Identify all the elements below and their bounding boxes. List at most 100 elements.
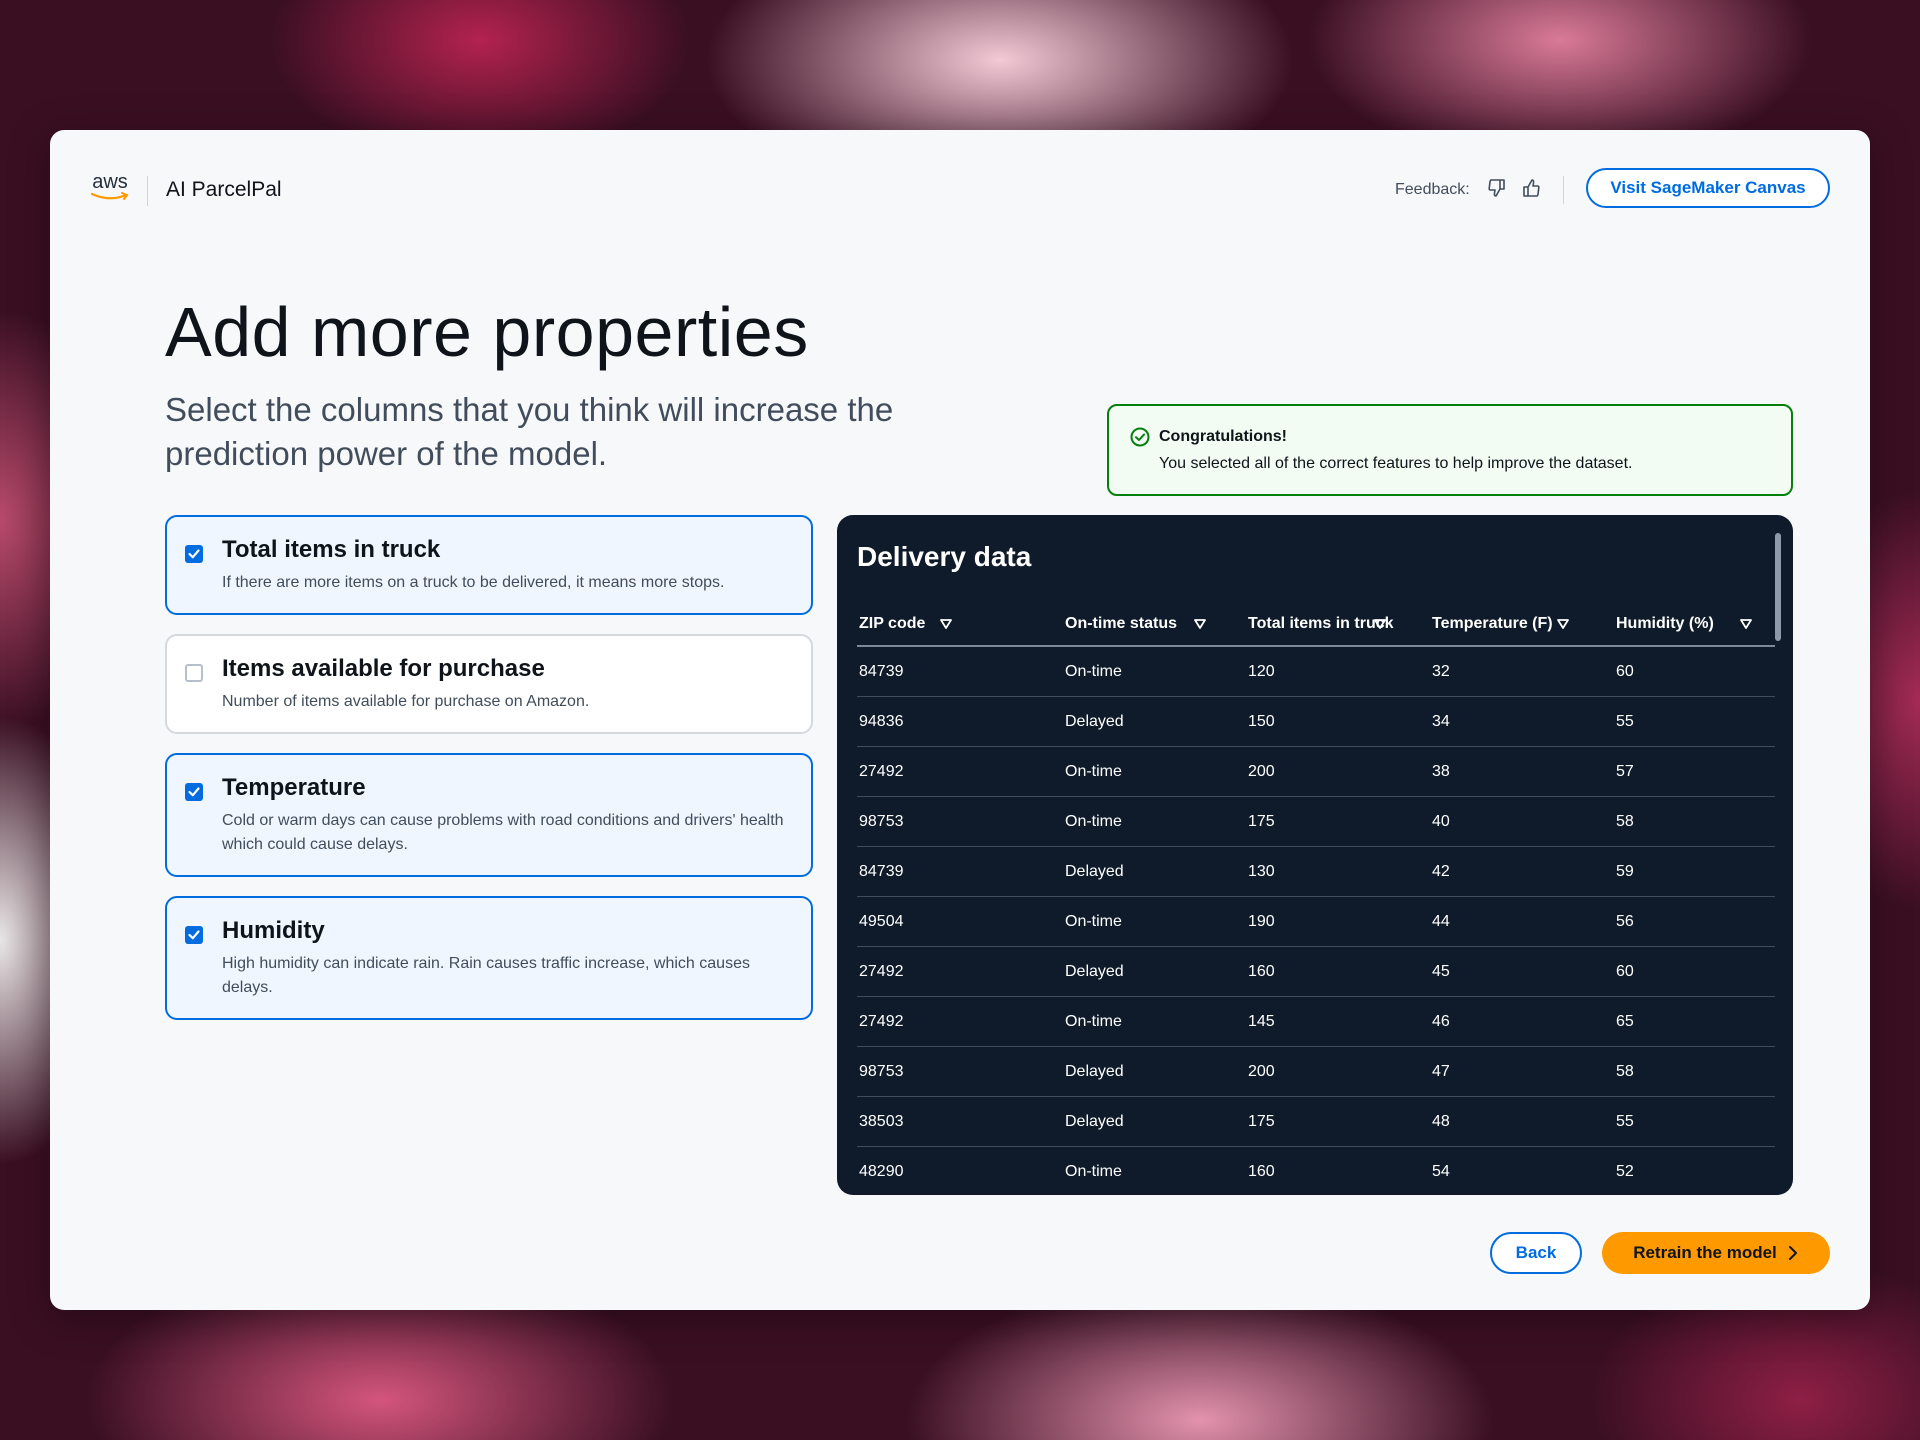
table-cell: On-time: [1065, 1013, 1122, 1030]
header-divider: [147, 176, 148, 206]
table-cell: 84739: [859, 663, 904, 680]
sort-triangle-icon[interactable]: [1739, 617, 1753, 631]
table-body: 84739 On-time 120 32 60 94836 Delayed 150 34 55 27…: [857, 647, 1775, 1195]
retrain-button-label: Retrain the model: [1633, 1243, 1777, 1262]
table-cell: Delayed: [1065, 1113, 1124, 1130]
page-subtitle: Select the columns that you think will i…: [165, 391, 894, 472]
column-header-total-items-in-truck[interactable]: Total items in truck: [1248, 613, 1394, 635]
header-divider: [1563, 176, 1564, 204]
table-cell: 32: [1432, 663, 1450, 680]
thumbs-up-icon[interactable]: [1520, 177, 1542, 199]
feature-card-items-available-for-purchase[interactable]: Items available for purchase Number of i…: [165, 634, 813, 734]
table-row: 48290 On-time 160 54 52: [857, 1147, 1775, 1195]
column-header-temperature[interactable]: Temperature (F): [1432, 613, 1553, 635]
feature-description: High humidity can indicate rain. Rain ca…: [222, 955, 750, 996]
table-cell: 38503: [859, 1113, 904, 1130]
table-cell: 65: [1616, 1013, 1634, 1030]
table-cell: 58: [1616, 813, 1634, 830]
sort-triangle-icon[interactable]: [1556, 617, 1570, 631]
table-cell: Delayed: [1065, 963, 1124, 980]
table-cell: On-time: [1065, 1163, 1122, 1180]
feature-title: Items available for purchase: [222, 655, 545, 682]
table-cell: 145: [1248, 1013, 1275, 1030]
table-row: 98753 On-time 175 40 58: [857, 797, 1775, 847]
table-cell: On-time: [1065, 763, 1122, 780]
column-header-humidity[interactable]: Humidity (%): [1616, 613, 1714, 635]
table-cell: 190: [1248, 913, 1275, 930]
table-cell: 52: [1616, 1163, 1634, 1180]
table-row: 84739 On-time 120 32 60: [857, 647, 1775, 697]
feature-title: Humidity: [222, 917, 325, 944]
table-cell: 130: [1248, 863, 1275, 880]
column-header-on-time-status[interactable]: On-time status: [1065, 613, 1177, 635]
checkbox-unchecked[interactable]: [185, 664, 203, 682]
table-row: 27492 On-time 145 46 65: [857, 997, 1775, 1047]
table-cell: 46: [1432, 1013, 1450, 1030]
thumbs-down-icon[interactable]: [1486, 177, 1508, 199]
table-cell: 27492: [859, 1013, 904, 1030]
table-cell: 38: [1432, 763, 1450, 780]
feature-card-humidity[interactable]: Humidity High humidity can indicate rain…: [165, 896, 813, 1020]
table-cell: 27492: [859, 963, 904, 980]
table-row: 94836 Delayed 150 34 55: [857, 697, 1775, 747]
table-cell: 44: [1432, 913, 1450, 930]
table-row: 49504 On-time 190 44 56: [857, 897, 1775, 947]
table-cell: 48290: [859, 1163, 904, 1180]
table-cell: 200: [1248, 1063, 1275, 1080]
alert-title: Congratulations!: [1159, 428, 1287, 445]
table-cell: 48: [1432, 1113, 1450, 1130]
feature-title: Total items in truck: [222, 536, 441, 563]
table-cell: 98753: [859, 1063, 904, 1080]
table-cell: 40: [1432, 813, 1450, 830]
table-cell: 120: [1248, 663, 1275, 680]
table-header-row: ZIP code On-time status Total items in t…: [857, 603, 1775, 647]
table-cell: 56: [1616, 913, 1634, 930]
table-cell: Delayed: [1065, 863, 1124, 880]
table-cell: 98753: [859, 813, 904, 830]
feature-card-total-items-in-truck[interactable]: Total items in truck If there are more i…: [165, 515, 813, 615]
success-alert: Congratulations! You selected all of the…: [1107, 404, 1793, 496]
scrollbar-thumb[interactable]: [1775, 533, 1781, 641]
table-cell: 55: [1616, 1113, 1634, 1130]
table-row: 98753 Delayed 200 47 58: [857, 1047, 1775, 1097]
table-cell: On-time: [1065, 813, 1122, 830]
table-cell: 45: [1432, 963, 1450, 980]
table-cell: Delayed: [1065, 1063, 1124, 1080]
table-cell: 175: [1248, 813, 1275, 830]
table-cell: 34: [1432, 713, 1450, 730]
table-cell: 54: [1432, 1163, 1450, 1180]
retrain-model-button[interactable]: Retrain the model: [1602, 1232, 1830, 1274]
table-row: 38503 Delayed 175 48 55: [857, 1097, 1775, 1147]
delivery-data-table: ZIP code On-time status Total items in t…: [857, 603, 1775, 1195]
table-cell: 42: [1432, 863, 1450, 880]
table-title: Delivery data: [857, 541, 1032, 572]
checkbox-checked[interactable]: [185, 926, 203, 944]
feature-title: Temperature: [222, 774, 366, 801]
chevron-right-icon: [1788, 1246, 1797, 1260]
column-header-zip-code[interactable]: ZIP code: [859, 613, 925, 635]
table-cell: 27492: [859, 763, 904, 780]
alert-message: You selected all of the correct features…: [1159, 455, 1633, 472]
table-cell: 60: [1616, 663, 1634, 680]
table-cell: 59: [1616, 863, 1634, 880]
table-row: 27492 Delayed 160 45 60: [857, 947, 1775, 997]
table-cell: On-time: [1065, 663, 1122, 680]
sort-triangle-icon[interactable]: [1193, 617, 1207, 631]
sort-triangle-icon[interactable]: [939, 617, 953, 631]
table-cell: 200: [1248, 763, 1275, 780]
aws-logo: aws: [88, 172, 132, 206]
feature-card-temperature[interactable]: Temperature Cold or warm days can cause …: [165, 753, 813, 877]
feature-description: Number of items available for purchase o…: [222, 693, 590, 710]
table-cell: 49504: [859, 913, 904, 930]
check-circle-icon: [1130, 427, 1150, 447]
back-button[interactable]: Back: [1490, 1232, 1582, 1274]
checkbox-checked[interactable]: [185, 545, 203, 563]
sort-triangle-icon[interactable]: [1373, 617, 1387, 631]
table-cell: 57: [1616, 763, 1634, 780]
table-cell: 160: [1248, 1163, 1275, 1180]
table-cell: 55: [1616, 713, 1634, 730]
feature-description: If there are more items on a truck to be…: [222, 574, 725, 591]
table-cell: 94836: [859, 713, 904, 730]
checkbox-checked[interactable]: [185, 783, 203, 801]
visit-sagemaker-canvas-button[interactable]: Visit SageMaker Canvas: [1586, 168, 1830, 208]
